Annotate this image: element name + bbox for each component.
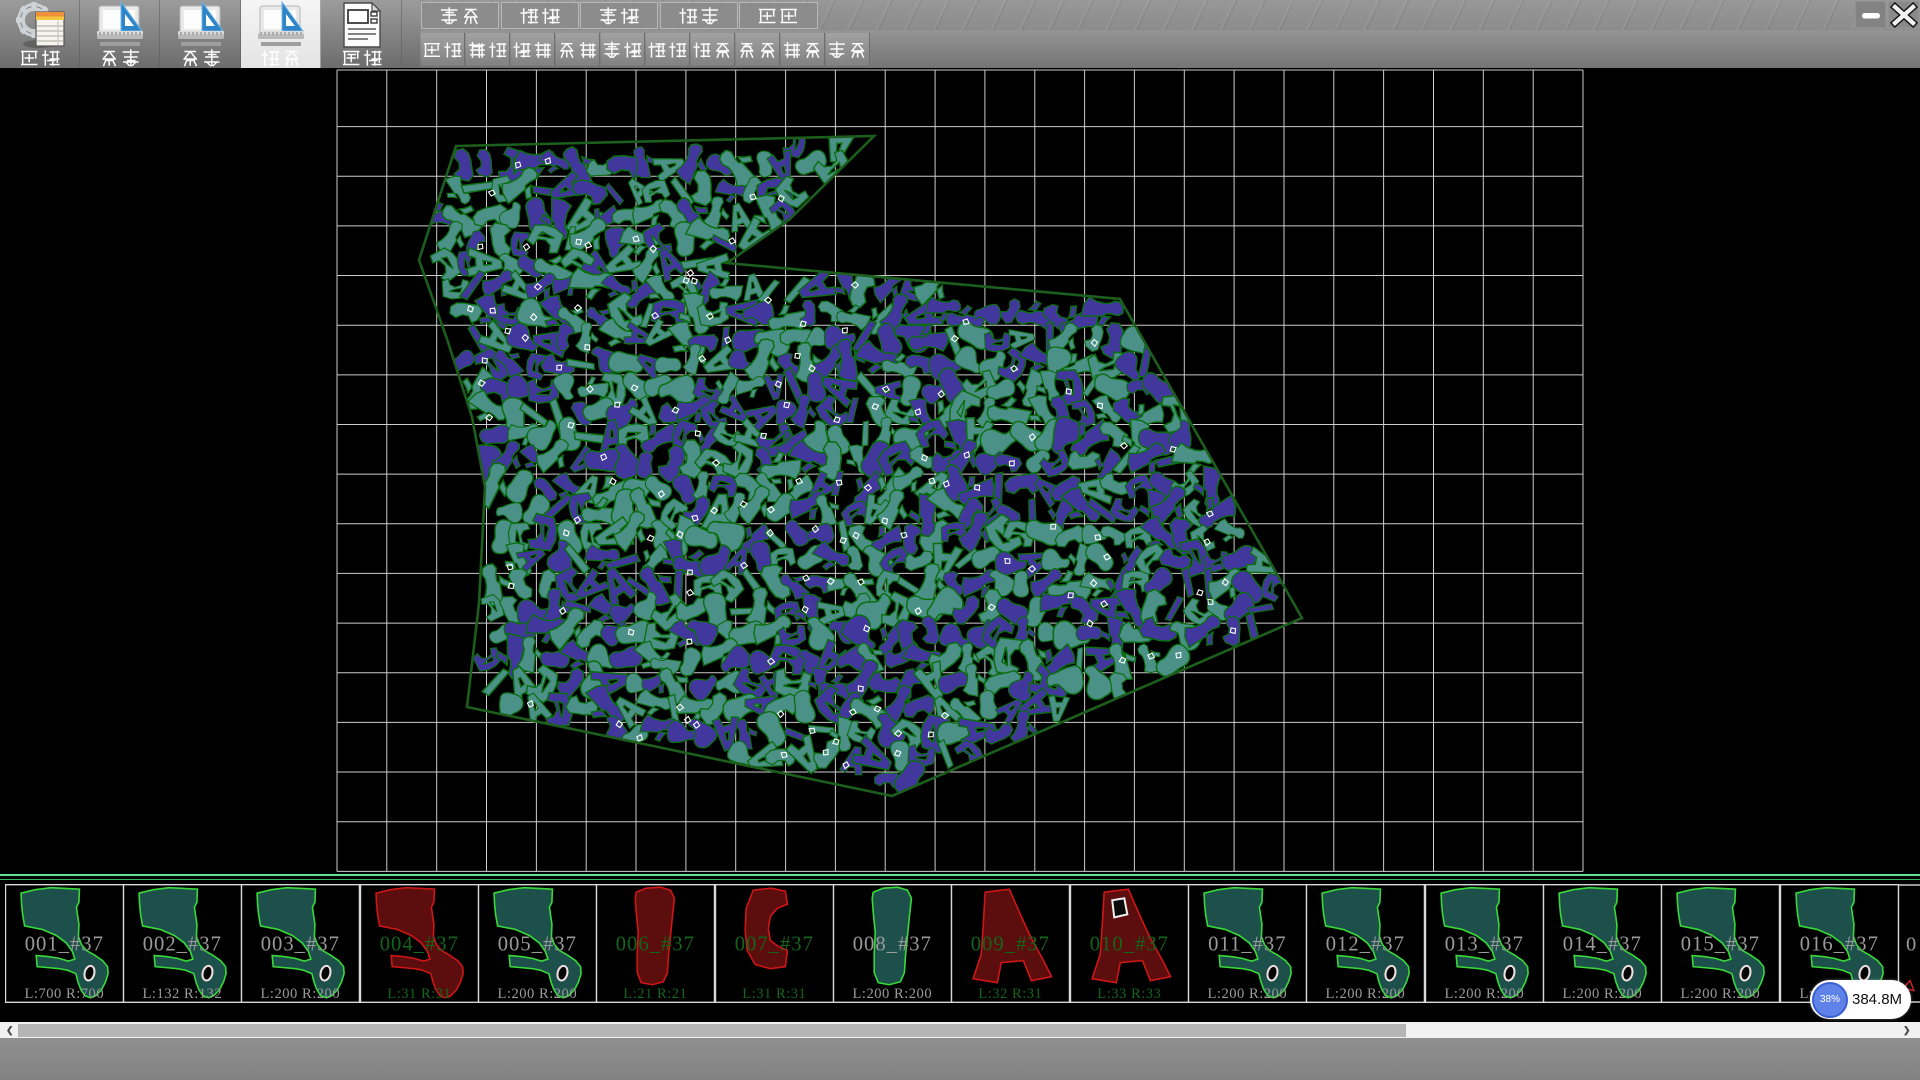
svg-text:L:31 R:31: L:31 R:31 bbox=[742, 986, 806, 1002]
svg-text:006_#37: 006_#37 bbox=[616, 934, 695, 956]
svg-text:003_#37: 003_#37 bbox=[261, 934, 340, 956]
svg-text:L:33 R:33: L:33 R:33 bbox=[1097, 986, 1161, 1002]
svg-text:L:32 R:31: L:32 R:31 bbox=[978, 986, 1042, 1002]
svg-text:L:200 R:200: L:200 R:200 bbox=[1444, 986, 1524, 1002]
svg-text:004_#37: 004_#37 bbox=[379, 934, 458, 956]
svg-text:001_#37: 001_#37 bbox=[24, 934, 103, 956]
svg-text:L:700 R:700: L:700 R:700 bbox=[24, 986, 104, 1002]
svg-text:010_#37: 010_#37 bbox=[1089, 934, 1168, 956]
svg-text:011_#37: 011_#37 bbox=[1208, 934, 1286, 956]
svg-text:L:200 R:200: L:200 R:200 bbox=[1207, 986, 1287, 1002]
svg-text:L:200 R:200: L:200 R:200 bbox=[1681, 986, 1761, 1002]
svg-text:L:200 R:200: L:200 R:200 bbox=[497, 986, 577, 1002]
svg-text:L:200 R:200: L:200 R:200 bbox=[852, 986, 932, 1002]
svg-text:002_#37: 002_#37 bbox=[143, 934, 222, 956]
svg-text:L:132 R:132: L:132 R:132 bbox=[142, 986, 222, 1002]
svg-text:L:31 R:31: L:31 R:31 bbox=[387, 986, 451, 1002]
svg-text:L:200 R:200: L:200 R:200 bbox=[1562, 986, 1642, 1002]
svg-text:0: 0 bbox=[1906, 934, 1916, 956]
svg-text:L:21 R:21: L:21 R:21 bbox=[623, 986, 687, 1002]
svg-text:012_#37: 012_#37 bbox=[1326, 934, 1405, 956]
svg-text:014_#37: 014_#37 bbox=[1563, 934, 1642, 956]
svg-text:L:200 R:200: L:200 R:200 bbox=[261, 986, 341, 1002]
svg-text:009_#37: 009_#37 bbox=[971, 934, 1050, 956]
svg-text:013_#37: 013_#37 bbox=[1444, 934, 1523, 956]
svg-text:016_#37: 016_#37 bbox=[1799, 934, 1878, 956]
svg-text:007_#37: 007_#37 bbox=[734, 934, 813, 956]
svg-text:008_#37: 008_#37 bbox=[853, 934, 932, 956]
svg-text:015_#37: 015_#37 bbox=[1681, 934, 1760, 956]
svg-text:L:200 R:200: L:200 R:200 bbox=[1326, 986, 1406, 1002]
svg-text:005_#37: 005_#37 bbox=[498, 934, 577, 956]
